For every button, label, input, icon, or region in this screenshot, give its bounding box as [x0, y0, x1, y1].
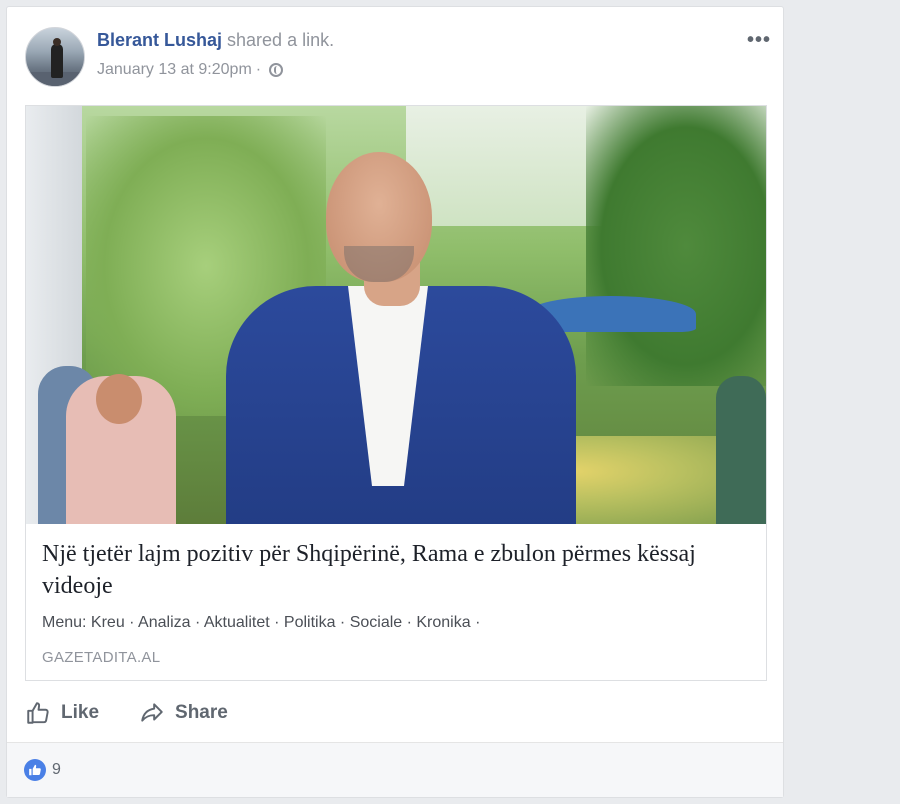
post-timestamp[interactable]: January 13 at 9:20pm: [97, 61, 252, 79]
avatar-figure: [51, 44, 63, 78]
reaction-count[interactable]: 9: [52, 761, 61, 779]
action-text: shared a link.: [222, 30, 335, 50]
share-icon: [141, 703, 163, 722]
like-label: Like: [61, 702, 100, 723]
avatar-figure-head: [53, 38, 61, 46]
link-preview[interactable]: Një tjetër lajm pozitiv për Shqipërinë, …: [25, 105, 767, 681]
author-name[interactable]: Blerant Lushaj: [97, 30, 222, 50]
post-header: Blerant Lushaj shared a link.: [97, 30, 334, 51]
link-description: Menu: Kreu · Analiza · Aktualitet · Poli…: [42, 614, 481, 631]
share-label: Share: [175, 702, 228, 723]
more-options-icon[interactable]: •••: [747, 30, 771, 50]
image-background-person-head: [96, 374, 142, 424]
thumbs-up-icon[interactable]: [24, 759, 46, 781]
link-domain: GAZETADITA.AL: [42, 649, 161, 666]
thumbs-up-glyph-icon: [29, 764, 41, 776]
image-background-person: [716, 376, 766, 524]
link-preview-image[interactable]: [26, 106, 766, 524]
share-button[interactable]: Share: [139, 700, 228, 726]
link-headline[interactable]: Një tjetër lajm pozitiv për Shqipërinë, …: [42, 538, 752, 602]
post-meta: January 13 at 9:20pm ·: [97, 61, 284, 79]
reactions-bar: 9: [7, 742, 783, 797]
avatar[interactable]: [25, 27, 85, 87]
image-tree: [586, 106, 766, 386]
globe-icon[interactable]: [269, 63, 284, 77]
meta-separator: ·: [255, 61, 262, 78]
action-bar: Like Share: [25, 695, 228, 731]
like-button[interactable]: Like: [25, 700, 99, 726]
thumbs-up-icon: [27, 702, 49, 724]
post-card: Blerant Lushaj shared a link. January 13…: [6, 6, 784, 798]
